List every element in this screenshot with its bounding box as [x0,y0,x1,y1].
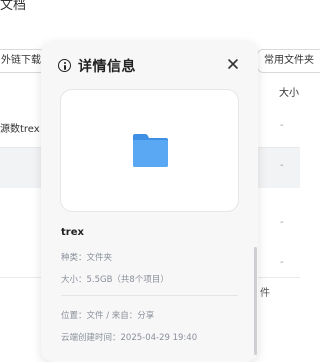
details-modal: 详情信息 trex 种类：文件夹 大小：5.5GB（共8个项目） 位置：文件 /… [41,42,258,362]
size-column-header: 大小 [279,88,299,99]
file-size: - [280,160,284,171]
cloud-created-time: 云端创建时间：2025-04-29 19:40 [61,333,198,343]
close-icon[interactable] [226,57,240,71]
file-size: - [280,120,284,131]
file-size: - [280,257,284,268]
modal-scrollbar[interactable] [254,247,257,355]
file-size: - [280,217,284,228]
common-folder-button[interactable]: 常用文件夹 [257,49,320,73]
folder-icon [133,134,168,167]
page-title: 文档 [0,0,27,13]
file-size-detail: 大小：5.5GB（共8个项目） [61,275,169,285]
details-file-name: trex [61,227,84,238]
modal-title: 详情信息 [78,59,136,75]
bottom-edge-text: 件 [260,288,270,299]
file-preview [60,89,239,212]
file-location: 位置：文件 / 来自：分享 [61,311,155,321]
link-download-button[interactable]: 外链下载 [0,49,46,73]
file-type: 种类：文件夹 [61,253,113,263]
info-icon [58,59,71,72]
modal-header: 详情信息 [41,42,258,90]
details-divider [61,295,238,296]
